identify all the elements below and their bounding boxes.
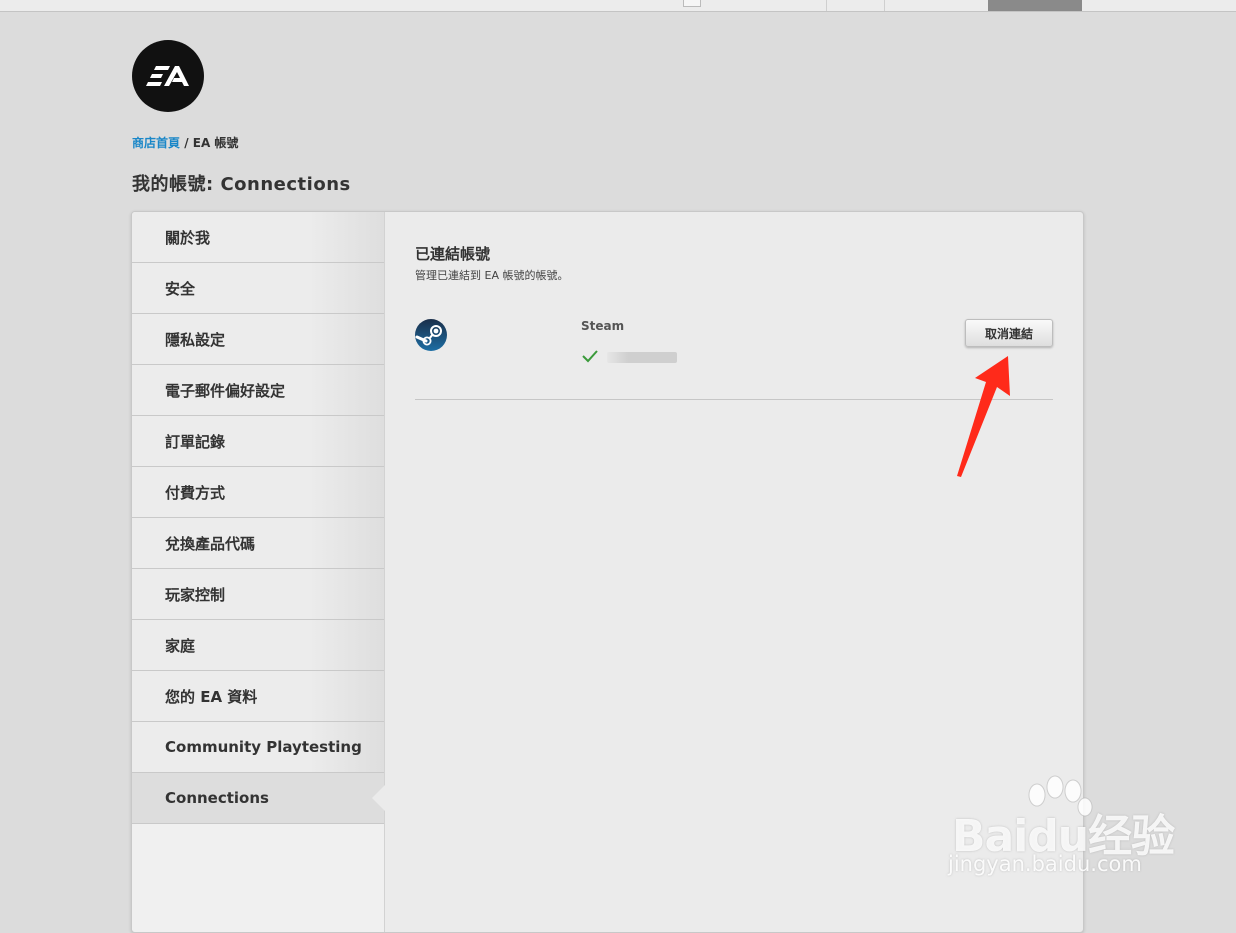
sidebar-item-label: Connections <box>165 789 269 807</box>
sidebar: 關於我 安全 隱私設定 電子郵件偏好設定 訂單記錄 付費方式 兌換產品代碼 玩家… <box>132 212 385 932</box>
connection-platform-name: Steam <box>581 319 625 333</box>
sidebar-item-connections[interactable]: Connections <box>132 773 385 824</box>
annotation-arrow-icon <box>957 356 1010 477</box>
breadcrumb: 商店首頁 / EA 帳號 <box>132 134 238 151</box>
sidebar-item-payment-methods[interactable]: 付費方式 <box>132 467 384 518</box>
sidebar-item-family[interactable]: 家庭 <box>132 620 384 671</box>
sidebar-item-label: 付費方式 <box>165 483 226 502</box>
sidebar-item-label: 隱私設定 <box>165 330 226 349</box>
breadcrumb-home-link[interactable]: 商店首頁 <box>132 136 180 150</box>
sidebar-item-security[interactable]: 安全 <box>132 263 384 314</box>
ea-logo[interactable] <box>132 40 204 112</box>
check-icon <box>582 350 598 363</box>
steam-icon <box>415 319 447 351</box>
sidebar-item-label: 安全 <box>165 279 196 298</box>
top-bar-divider <box>884 0 885 11</box>
top-bar-divider <box>826 0 827 11</box>
sidebar-item-label: 電子郵件偏好設定 <box>165 381 286 400</box>
sidebar-item-player-controls[interactable]: 玩家控制 <box>132 569 384 620</box>
sidebar-item-label: 您的 EA 資料 <box>165 687 258 706</box>
sidebar-item-ea-data[interactable]: 您的 EA 資料 <box>132 671 384 722</box>
page-title: 我的帳號: Connections <box>132 174 351 195</box>
sidebar-item-privacy[interactable]: 隱私設定 <box>132 314 384 365</box>
sidebar-item-label: 關於我 <box>165 228 211 247</box>
section-title: 已連結帳號 <box>415 245 491 263</box>
connected-account-name-redacted <box>607 352 677 363</box>
sidebar-item-order-history[interactable]: 訂單記錄 <box>132 416 384 467</box>
ea-logo-icon <box>146 66 189 86</box>
breadcrumb-separator: / <box>180 136 193 150</box>
watermark-url: jingyan.baidu.com <box>948 852 1142 876</box>
sidebar-item-label: Community Playtesting <box>165 738 362 756</box>
sidebar-item-label: 家庭 <box>165 636 196 655</box>
sidebar-item-email-preferences[interactable]: 電子郵件偏好設定 <box>132 365 384 416</box>
breadcrumb-current: EA 帳號 <box>192 136 239 150</box>
sidebar-item-redeem-code[interactable]: 兌換產品代碼 <box>132 518 384 569</box>
sidebar-item-community-playtesting[interactable]: Community Playtesting <box>132 722 384 773</box>
sidebar-item-about-me[interactable]: 關於我 <box>132 212 384 263</box>
top-bar-dark-tab[interactable] <box>988 0 1082 11</box>
sidebar-item-label: 玩家控制 <box>165 585 226 604</box>
unlink-button[interactable]: 取消連結 <box>965 319 1053 347</box>
account-panel: 關於我 安全 隱私設定 電子郵件偏好設定 訂單記錄 付費方式 兌換產品代碼 玩家… <box>131 211 1084 933</box>
broken-image-icon <box>683 0 701 7</box>
sidebar-item-label: 訂單記錄 <box>165 432 226 451</box>
sidebar-item-label: 兌換產品代碼 <box>165 534 256 553</box>
section-subtitle: 管理已連結到 EA 帳號的帳號。 <box>415 269 569 282</box>
top-bar <box>0 0 1236 12</box>
